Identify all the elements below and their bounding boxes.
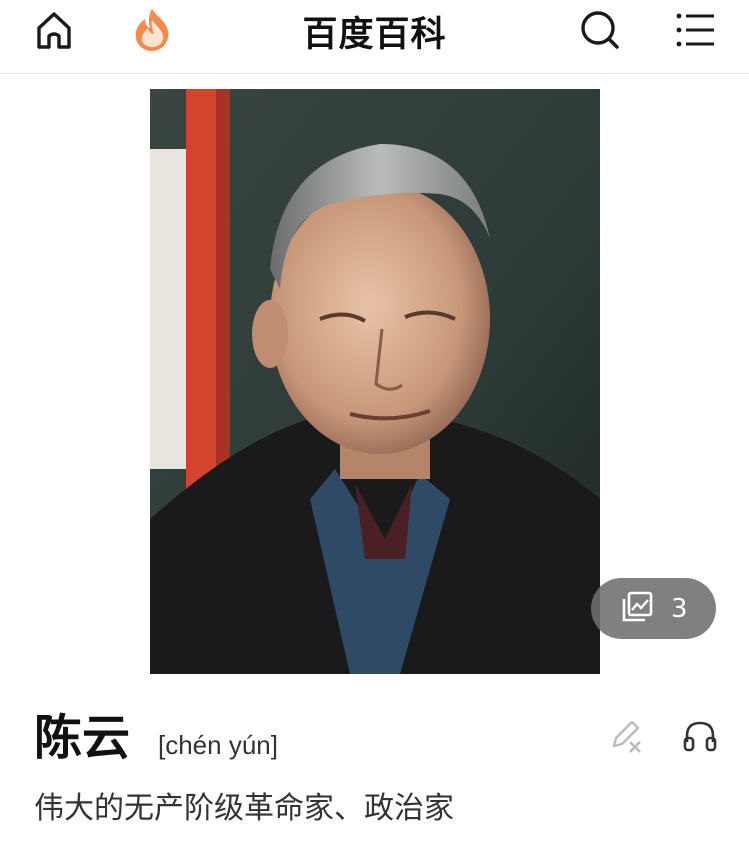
portrait-image xyxy=(150,89,600,674)
entry-photo[interactable] xyxy=(150,89,600,674)
page-title: 百度百科 xyxy=(302,15,447,55)
top-navigation-bar: 百度百科 xyxy=(0,0,749,74)
gallery-icon xyxy=(621,591,653,627)
menu-icon[interactable] xyxy=(668,4,724,56)
entry-title: 陈云 xyxy=(34,710,131,766)
gallery-button[interactable]: 3 xyxy=(591,578,716,639)
headphones-icon[interactable] xyxy=(680,716,720,756)
gallery-count: 3 xyxy=(671,593,688,624)
entry-summary: 伟大的无产阶级革命家、政治家 xyxy=(34,791,454,826)
entry-pinyin: [chén yún] xyxy=(158,730,278,760)
search-icon[interactable] xyxy=(572,4,628,56)
edit-icon[interactable] xyxy=(606,716,646,756)
